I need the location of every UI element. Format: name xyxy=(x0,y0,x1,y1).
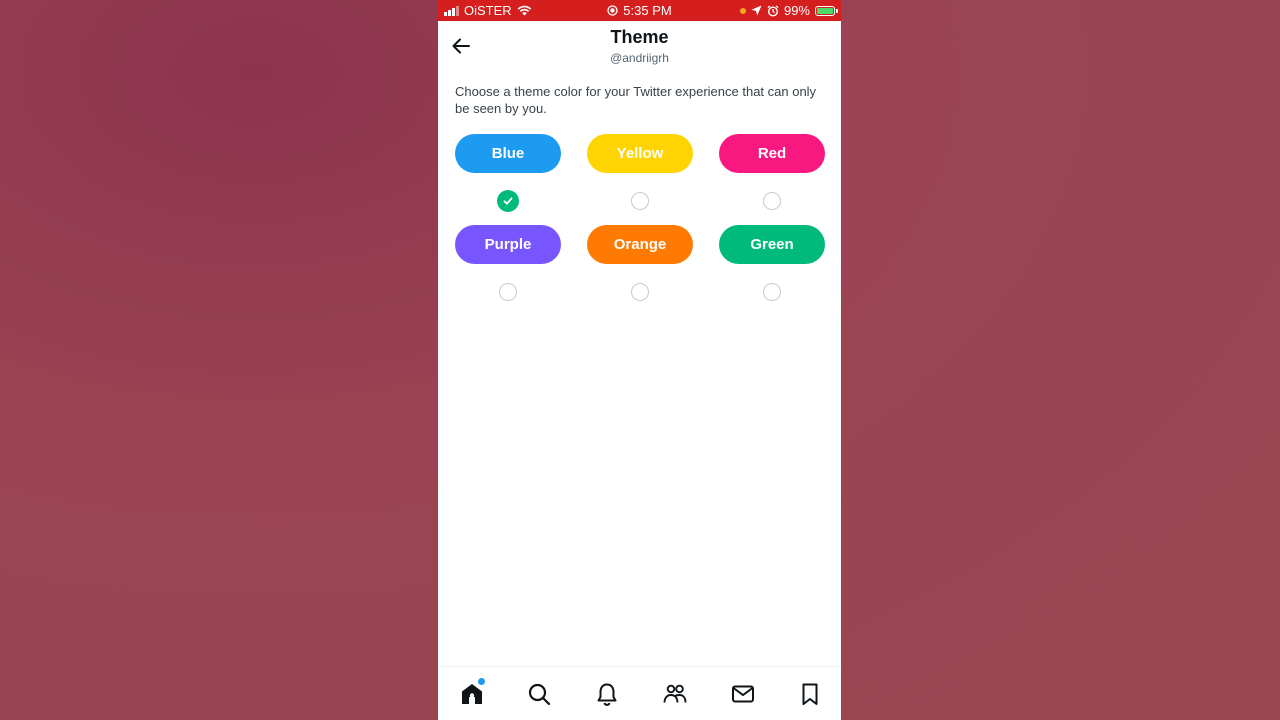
battery-icon xyxy=(815,5,838,16)
page-title: Theme xyxy=(610,27,669,47)
location-icon xyxy=(751,5,762,16)
theme-radio-purple[interactable] xyxy=(499,283,517,301)
alarm-icon xyxy=(767,5,779,17)
notification-dot xyxy=(478,678,485,685)
wifi-icon xyxy=(517,5,532,16)
theme-option-green[interactable]: Green xyxy=(719,225,825,264)
theme-option-red[interactable]: Red xyxy=(719,134,825,173)
theme-option-orange[interactable]: Orange xyxy=(587,225,693,264)
theme-radio-yellow[interactable] xyxy=(631,192,649,210)
theme-option-yellow[interactable]: Yellow xyxy=(587,134,693,173)
theme-radio-green[interactable] xyxy=(763,283,781,301)
phone-screen: OiSTER 5:35 PM 99% Theme @andriigrh Choo… xyxy=(438,0,841,720)
bell-icon[interactable] xyxy=(594,681,620,707)
theme-radio-orange[interactable] xyxy=(631,283,649,301)
checkmark-icon xyxy=(503,197,513,205)
recording-icon xyxy=(607,5,618,16)
mic-indicator-icon xyxy=(739,7,746,14)
theme-radio-red[interactable] xyxy=(763,192,781,210)
theme-option-blue[interactable]: Blue xyxy=(455,134,561,173)
signal-icon xyxy=(444,5,459,16)
account-handle: @andriigrh xyxy=(610,51,669,65)
status-bar: OiSTER 5:35 PM 99% xyxy=(438,0,841,21)
header: Theme @andriigrh xyxy=(438,21,841,71)
bottom-navigation xyxy=(438,666,841,720)
theme-option-purple[interactable]: Purple xyxy=(455,225,561,264)
mail-icon[interactable] xyxy=(730,681,756,707)
theme-radio-blue[interactable] xyxy=(497,190,519,212)
carrier-name: OiSTER xyxy=(464,3,512,18)
status-time: 5:35 PM xyxy=(623,3,672,18)
communities-icon[interactable] xyxy=(662,681,688,707)
search-icon[interactable] xyxy=(526,681,552,707)
battery-percent: 99% xyxy=(783,3,810,18)
bookmark-icon[interactable] xyxy=(797,681,823,707)
theme-description: Choose a theme color for your Twitter ex… xyxy=(455,84,817,116)
